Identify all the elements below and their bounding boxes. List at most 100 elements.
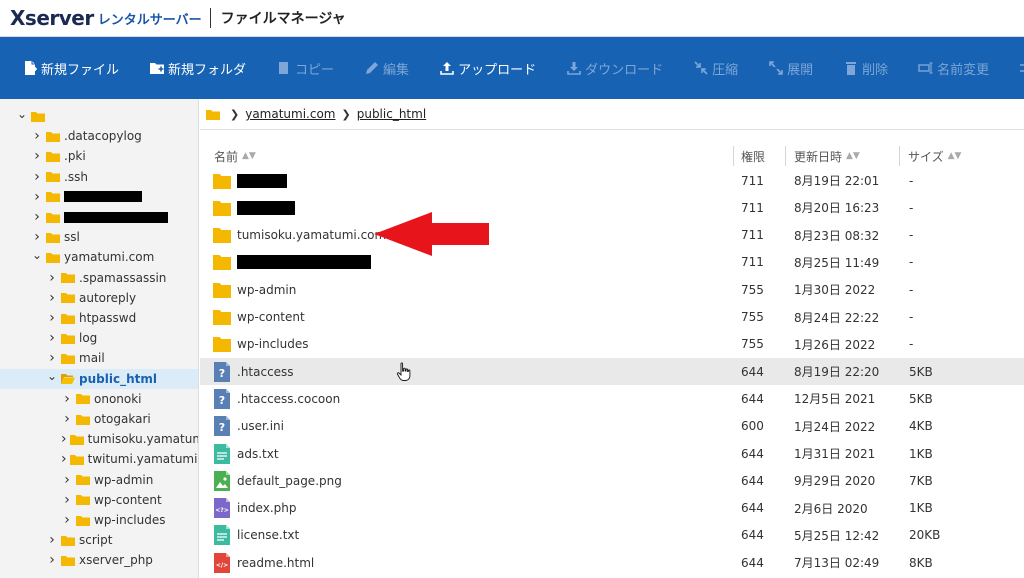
tree-item[interactable]: › <box>0 187 198 207</box>
toolbar-button-edit[interactable]: 編集 <box>364 59 409 78</box>
toolbar-button-upload[interactable]: アップロード <box>439 59 536 78</box>
file-row[interactable]: 711 8月19日 22:01 - <box>200 167 1024 194</box>
file-name-cell[interactable] <box>213 167 287 194</box>
chevron-right-icon[interactable]: › <box>31 148 43 164</box>
chevron-right-icon[interactable]: › <box>46 270 58 286</box>
file-name-cell[interactable]: ? .htaccess.cocoon <box>213 385 340 412</box>
file-row[interactable]: wp-content 755 8月24日 22:22 - <box>200 304 1024 331</box>
file-row[interactable]: <?> index.php 644 2月6日 2020 1KB <box>200 495 1024 522</box>
chevron-right-icon[interactable]: › <box>61 472 73 488</box>
file-name-cell[interactable]: tumisoku.yamatumi.com <box>213 222 386 249</box>
chevron-right-icon[interactable]: › <box>46 350 58 366</box>
chevron-right-icon[interactable]: › <box>46 532 58 548</box>
tree-item[interactable]: › wp-includes <box>0 510 198 530</box>
chevron-right-icon[interactable]: › <box>61 492 73 508</box>
column-modified[interactable]: 更新日時 ▲▼ <box>794 142 860 170</box>
tree-item[interactable]: › tumisoku.yamatumi. <box>0 429 198 449</box>
toolbar-button-copy[interactable]: コピー <box>276 59 334 78</box>
tree-item[interactable]: › htpasswd <box>0 308 198 328</box>
chevron-right-icon[interactable]: › <box>46 552 58 568</box>
chevron-right-icon[interactable]: › <box>61 512 73 528</box>
tree-item[interactable]: ⌄ <box>0 106 198 126</box>
redacted-name <box>237 200 295 215</box>
chevron-right-icon[interactable]: › <box>31 209 43 225</box>
tree-item[interactable]: › script <box>0 530 198 550</box>
chevron-down-icon[interactable]: ⌄ <box>46 369 58 383</box>
chevron-right-icon[interactable]: › <box>61 411 73 427</box>
chevron-right-icon[interactable]: › <box>46 310 58 326</box>
chevron-down-icon[interactable]: ⌄ <box>31 248 43 262</box>
chevron-right-icon[interactable]: › <box>46 330 58 346</box>
toolbar-button-new-file[interactable]: 新規ファイル <box>22 59 119 78</box>
folder-icon <box>76 494 90 506</box>
file-name-cell[interactable]: </> readme.html <box>213 549 314 576</box>
file-row[interactable]: ? .htaccess.cocoon 644 12月5日 2021 5KB <box>200 385 1024 412</box>
tree-item[interactable]: ⌄ yamatumi.com <box>0 247 198 267</box>
tree-item[interactable]: › twitumi.yamatumi.co <box>0 449 198 469</box>
file-row[interactable]: wp-admin 755 1月30日 2022 - <box>200 276 1024 303</box>
file-row[interactable]: license.txt 644 5月25日 12:42 20KB <box>200 522 1024 549</box>
file-row[interactable]: 711 8月20日 16:23 - <box>200 194 1024 221</box>
toolbar-button-download[interactable]: ダウンロード <box>566 59 663 78</box>
chevron-right-icon[interactable]: › <box>61 451 67 467</box>
file-row[interactable]: </> readme.html 644 7月13日 02:49 8KB <box>200 549 1024 576</box>
chevron-right-icon[interactable]: › <box>31 229 43 245</box>
tree-item[interactable]: › wp-content <box>0 490 198 510</box>
file-name-cell[interactable]: wp-includes <box>213 331 309 358</box>
chevron-right-icon[interactable]: › <box>31 128 43 144</box>
toolbar-button-rename[interactable]: 名前変更 <box>918 59 989 78</box>
file-row[interactable]: wp-includes 755 1月26日 2022 - <box>200 331 1024 358</box>
chevron-right-icon[interactable]: › <box>31 169 43 185</box>
tree-item[interactable]: › otogakari <box>0 409 198 429</box>
file-name-cell[interactable] <box>213 194 295 221</box>
sort-icon: ▲▼ <box>947 151 962 161</box>
tree-item[interactable]: › ssl <box>0 227 198 247</box>
chevron-right-icon[interactable]: › <box>46 290 58 306</box>
toolbar-button-new-folder[interactable]: 新規フォルダ <box>149 59 246 78</box>
file-name-cell[interactable]: wp-admin <box>213 276 296 303</box>
file-row[interactable]: ads.txt 644 1月31日 2021 1KB <box>200 440 1024 467</box>
file-name-cell[interactable]: ads.txt <box>213 440 279 467</box>
tree-item[interactable]: › .spamassassin <box>0 268 198 288</box>
red-arrow-annotation <box>374 212 489 256</box>
tree-item-label: .datacopylog <box>64 129 142 144</box>
file-name-cell[interactable]: license.txt <box>213 522 299 549</box>
column-name[interactable]: 名前 ▲▼ <box>214 142 256 170</box>
tree-item[interactable]: › log <box>0 328 198 348</box>
file-row[interactable]: ? .user.ini 600 1月24日 2022 4KB <box>200 413 1024 440</box>
file-row[interactable]: ? .htaccess 644 8月19日 22:20 5KB <box>200 358 1024 386</box>
tree-item[interactable]: › .datacopylog <box>0 126 198 146</box>
chevron-down-icon[interactable]: ⌄ <box>16 107 28 121</box>
file-name-cell[interactable]: ? .user.ini <box>213 413 284 440</box>
file-name-cell[interactable]: wp-content <box>213 304 305 331</box>
tree-item[interactable]: › <box>0 207 198 227</box>
tree-item[interactable]: › wp-admin <box>0 470 198 490</box>
tree-item[interactable]: › xserver_php <box>0 550 198 570</box>
file-name-cell[interactable]: ? .htaccess <box>213 358 294 385</box>
toolbar-button-delete[interactable]: 削除 <box>843 59 888 78</box>
column-permission[interactable]: 権限 <box>741 142 765 170</box>
file-name-cell[interactable]: <?> index.php <box>213 495 296 522</box>
file-row[interactable]: default_page.png 644 9月29日 2020 7KB <box>200 467 1024 494</box>
file-row[interactable]: 711 8月25日 11:49 - <box>200 249 1024 276</box>
tree-item[interactable]: › .pki <box>0 146 198 166</box>
column-size[interactable]: サイズ ▲▼ <box>908 142 961 170</box>
chevron-right-icon[interactable]: › <box>61 391 73 407</box>
tree-item[interactable]: › mail <box>0 348 198 368</box>
tree-item[interactable]: ⌄ public_html <box>0 368 198 389</box>
chevron-right-icon[interactable]: › <box>31 189 43 205</box>
chevron-right-icon[interactable]: › <box>61 431 67 447</box>
file-name-cell[interactable]: default_page.png <box>213 467 342 494</box>
home-folder-icon[interactable] <box>206 109 220 120</box>
file-row[interactable]: tumisoku.yamatumi.com 711 8月23日 08:32 - <box>200 222 1024 249</box>
tree-item[interactable]: › .ssh <box>0 167 198 187</box>
tree-item[interactable]: › autoreply <box>0 288 198 308</box>
toolbar-button-compress[interactable]: 圧縮 <box>693 59 738 78</box>
file-name-cell[interactable] <box>213 249 371 276</box>
breadcrumb-yamatumi[interactable]: yamatumi.com <box>245 107 335 121</box>
toolbar-button-extract[interactable]: 展開 <box>768 59 813 78</box>
toolbar-button-permission[interactable]: パー <box>1019 59 1024 78</box>
tree-item[interactable]: › ononoki <box>0 389 198 409</box>
folder-icon <box>76 393 90 405</box>
breadcrumb-public-html[interactable]: public_html <box>357 107 426 121</box>
